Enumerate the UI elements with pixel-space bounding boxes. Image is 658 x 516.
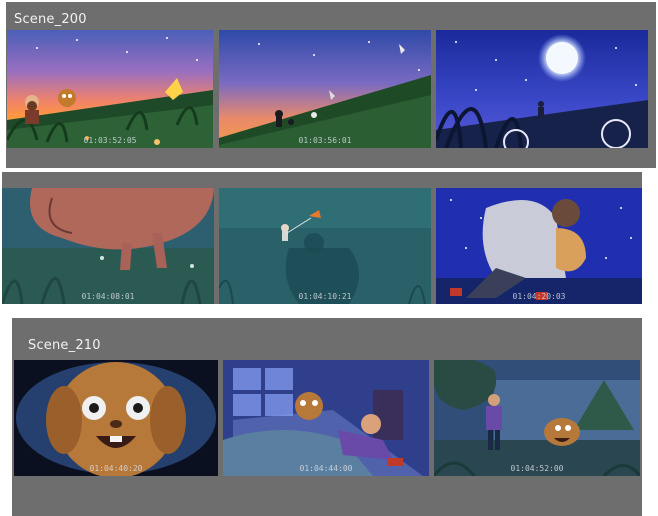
frame-art-hug-starry <box>436 188 642 304</box>
storyboard-frame[interactable]: 01:04:40:20 <box>14 360 218 476</box>
frame-timecode: 01:03:52:05 <box>83 136 137 145</box>
storyboard-frame[interactable]: 01:04:10:21 <box>219 188 431 304</box>
frame-art-night-garden <box>434 360 640 476</box>
frame-art-dog-running <box>2 188 214 304</box>
frame-timecode: 01:04:44:00 <box>299 464 353 473</box>
frame-art-full-moon <box>436 30 648 148</box>
frame-timecode: 01:04:40:20 <box>89 464 143 473</box>
frame-timecode: 01:04:52:00 <box>510 464 564 473</box>
frame-timecode: 01:03:56:01 <box>298 136 352 145</box>
scene-label: Scene_210 <box>28 338 101 353</box>
storyboard-frame[interactable]: 01:04:52:00 <box>434 360 640 476</box>
frame-art-teal-shadow <box>219 188 431 304</box>
frame-art-twilight <box>219 30 431 148</box>
storyboard-frame[interactable]: 01:04:44:00 <box>223 360 429 476</box>
frame-art-dog-closeup <box>14 360 218 476</box>
frame-art-bed-night <box>223 360 429 476</box>
storyboard-frame[interactable]: 01:04:20:03 <box>436 188 642 304</box>
storyboard-frame[interactable]: 01:04:08:01 <box>2 188 214 304</box>
storyboard-frame[interactable]: 01:03:52:05 <box>7 30 213 148</box>
frame-art-sunset <box>7 30 213 148</box>
frame-timecode: 01:04:08:01 <box>81 292 135 301</box>
storyboard-frame[interactable]: 01:03:56:01 <box>219 30 431 148</box>
scene-label: Scene_200 <box>14 12 87 27</box>
frame-timecode: 01:04:20:03 <box>512 292 566 301</box>
frame-timecode: 01:04:10:21 <box>298 292 352 301</box>
storyboard-frame[interactable] <box>436 30 648 148</box>
